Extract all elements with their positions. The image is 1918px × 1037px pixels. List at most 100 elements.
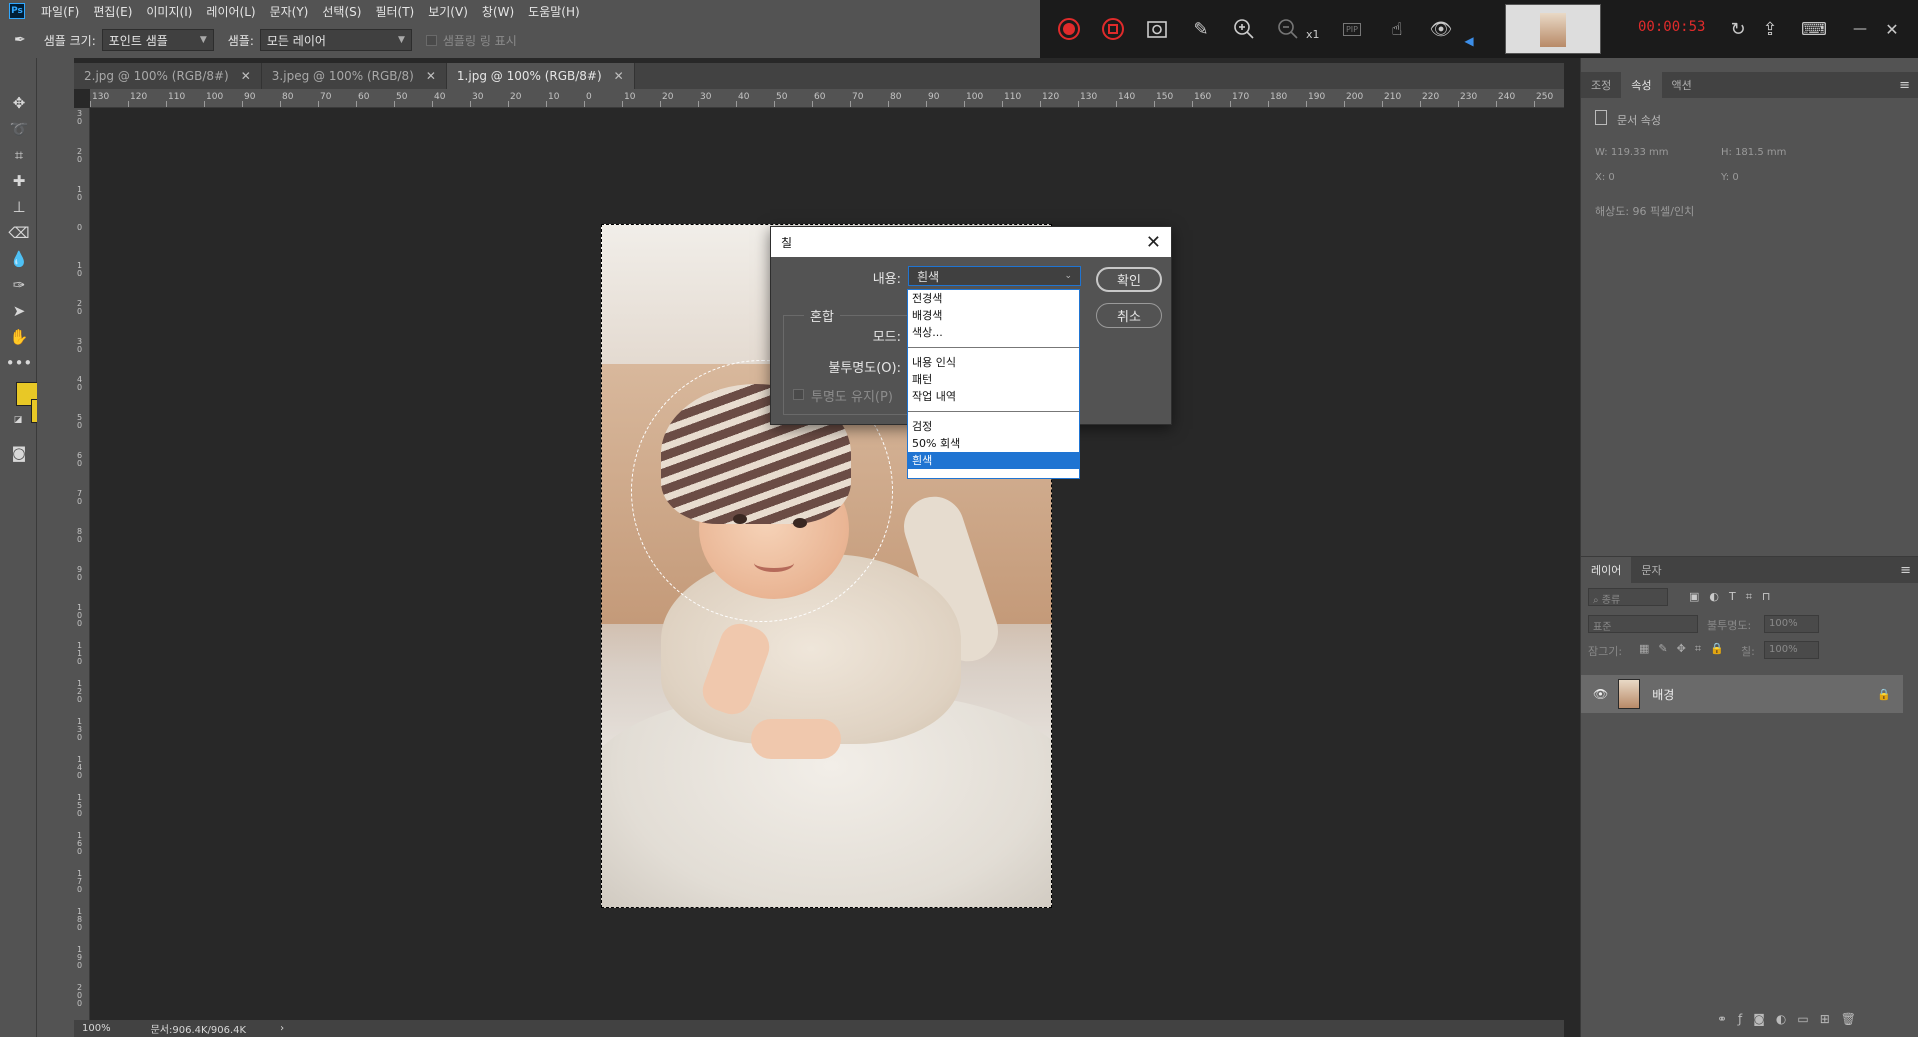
- horizontal-ruler[interactable]: 130 120 110 100 90 80 70 60 50 40 30 20 10 0 10 20 30 40 5…: [90, 89, 1564, 108]
- show-ring-checkbox[interactable]: [425, 34, 437, 46]
- cursor-effect-icon[interactable]: ☝: [1383, 15, 1411, 43]
- ruler-tick-label: 20: [510, 92, 522, 102]
- dropdown-item-white[interactable]: 흰색: [908, 452, 1079, 469]
- lasso-tool-icon[interactable]: ➰: [8, 118, 30, 140]
- export-icon[interactable]: ⇪: [1756, 15, 1784, 43]
- close-icon[interactable]: ✕: [241, 69, 251, 83]
- menu-type[interactable]: 문자(Y): [270, 3, 309, 20]
- dropdown-item-color[interactable]: 색상...: [908, 324, 1079, 341]
- path-select-icon[interactable]: ➤: [8, 300, 30, 322]
- dropdown-item-50-gray[interactable]: 50% 회색: [908, 435, 1079, 452]
- recording-preview-thumbnail[interactable]: [1505, 4, 1601, 54]
- tab-character[interactable]: 문자: [1631, 557, 1671, 583]
- camera-icon[interactable]: [1143, 15, 1171, 43]
- menu-layer[interactable]: 레이어(L): [206, 3, 255, 20]
- tab-properties[interactable]: 속성: [1621, 72, 1662, 98]
- recording-timer: 00:00:53: [1638, 19, 1706, 35]
- pip-button[interactable]: PIP: [1338, 15, 1366, 43]
- preserve-transparency-checkbox[interactable]: [793, 389, 804, 400]
- document-tab[interactable]: 3.jpeg @ 100% (RGB/8) ✕: [261, 63, 447, 89]
- more-tools-icon[interactable]: •••: [6, 352, 33, 374]
- layer-filter-select[interactable]: ⌕ 종류: [1588, 588, 1668, 606]
- vertical-ruler[interactable]: 30 20 10 0 10 20 30 40 50 60 70 80 90 100 110 120 130 140…: [74, 108, 90, 1020]
- menu-view[interactable]: 보기(V): [428, 3, 468, 20]
- chevron-down-icon: ▼: [199, 35, 207, 45]
- close-icon[interactable]: ✕: [614, 69, 624, 83]
- refresh-icon[interactable]: ↻: [1724, 15, 1752, 43]
- tab-layers[interactable]: 레이어: [1581, 557, 1632, 583]
- ruler-tick-label: 140: [77, 755, 83, 780]
- crop-tool-icon[interactable]: ⌗: [8, 144, 30, 166]
- move-tool-icon[interactable]: ✥: [8, 92, 30, 114]
- menu-select[interactable]: 선택(S): [322, 3, 361, 20]
- sample-size-select[interactable]: 포인트 샘플 ▼: [101, 29, 214, 51]
- layer-opacity-input[interactable]: 100%: [1764, 615, 1819, 633]
- dropdown-item-black[interactable]: 검정: [908, 418, 1079, 435]
- ruler-tick: [1154, 101, 1155, 107]
- menu-window[interactable]: 창(W): [482, 3, 514, 20]
- layer-row-background[interactable]: 👁 배경 🔒: [1581, 675, 1903, 713]
- ok-button[interactable]: 확인: [1096, 267, 1162, 292]
- blur-tool-icon[interactable]: 💧: [8, 248, 30, 270]
- default-colors-icon[interactable]: ◪: [12, 414, 24, 426]
- ruler-tick-label: 130: [1080, 92, 1098, 102]
- healing-brush-icon[interactable]: ✚: [8, 170, 30, 192]
- stamp-tool-icon[interactable]: ⊥: [8, 196, 30, 218]
- zoom-in-icon[interactable]: [1230, 15, 1258, 43]
- dropdown-item-background[interactable]: 배경색: [908, 307, 1079, 324]
- record-button[interactable]: [1055, 15, 1083, 43]
- speaker-icon[interactable]: ◀: [1462, 34, 1476, 48]
- close-icon[interactable]: ✕: [1878, 15, 1906, 43]
- hand-tool-icon[interactable]: ✋: [8, 326, 30, 348]
- eye-icon[interactable]: 👁: [1427, 15, 1455, 43]
- ruler-tick-label: 80: [77, 527, 83, 544]
- content-select[interactable]: 흰색 ⌄: [908, 266, 1081, 286]
- pencil-icon[interactable]: ✎: [1187, 15, 1215, 43]
- layers-footer-icons[interactable]: ⚭ƒ◙◐▭⊞🗑: [1717, 1012, 1867, 1026]
- quick-mask-icon[interactable]: ◙: [8, 442, 30, 464]
- zoom-out-icon[interactable]: [1274, 15, 1302, 43]
- tab-adjustments[interactable]: 조정: [1581, 72, 1621, 98]
- dropdown-item-pattern[interactable]: 패턴: [908, 371, 1079, 388]
- close-icon[interactable]: ✕: [426, 69, 436, 83]
- preview-image: [1540, 13, 1566, 47]
- options-bar: ✒ 샘플 크기: 포인트 샘플 ▼ 샘플: 모든 레이어 ▼ 샘플링 링 표시: [0, 22, 1040, 58]
- visibility-eye-icon[interactable]: 👁: [1593, 687, 1608, 701]
- menu-edit[interactable]: 편집(E): [93, 3, 132, 20]
- dropdown-item-history[interactable]: 작업 내역: [908, 388, 1079, 405]
- ruler-tick: [926, 101, 927, 107]
- ruler-tick-label: 40: [738, 92, 750, 102]
- stop-button[interactable]: [1099, 15, 1127, 43]
- panel-menu-icon[interactable]: ≡: [1899, 78, 1910, 93]
- chevron-right-icon[interactable]: ›: [280, 1023, 284, 1034]
- menu-file[interactable]: 파일(F): [41, 3, 79, 20]
- menu-filter[interactable]: 필터(T): [375, 3, 414, 20]
- panel-menu-icon[interactable]: ≡: [1900, 563, 1911, 578]
- ruler-tick-label: 150: [77, 793, 83, 818]
- menu-image[interactable]: 이미지(I): [146, 3, 192, 20]
- tab-actions[interactable]: 액션: [1662, 72, 1702, 98]
- zoom-level[interactable]: 100%: [82, 1023, 111, 1034]
- ruler-tick-label: 120: [130, 92, 148, 102]
- blend-mode-select[interactable]: 표준: [1588, 615, 1698, 633]
- lock-icons[interactable]: ▦✎✥⌗🔒: [1639, 642, 1733, 656]
- eraser-tool-icon[interactable]: ⌫: [8, 222, 30, 244]
- sample-select[interactable]: 모든 레이어 ▼: [259, 29, 412, 51]
- minimize-icon[interactable]: —: [1846, 15, 1874, 43]
- layer-fill-input[interactable]: 100%: [1764, 641, 1819, 659]
- document-tab-active[interactable]: 1.jpg @ 100% (RGB/8#) ✕: [446, 63, 635, 89]
- document-tab[interactable]: 2.jpg @ 100% (RGB/8#) ✕: [74, 63, 262, 89]
- cancel-button[interactable]: 취소: [1096, 303, 1162, 328]
- ruler-tick: [1344, 101, 1345, 107]
- dialog-title: 칠: [781, 235, 793, 250]
- dropdown-item-content-aware[interactable]: 내용 인식: [908, 354, 1079, 371]
- pen-tool-icon[interactable]: ✑: [8, 274, 30, 296]
- menu-help[interactable]: 도움말(H): [528, 3, 580, 20]
- dropdown-item-foreground[interactable]: 전경색: [908, 290, 1079, 307]
- keyboard-icon[interactable]: ⌨: [1800, 15, 1828, 43]
- eyedropper-icon[interactable]: ✒: [14, 32, 26, 48]
- ruler-tick: [1002, 101, 1003, 107]
- close-icon[interactable]: ✕: [1146, 232, 1161, 253]
- layer-filter-icons[interactable]: ▣◐T⌗⊓: [1689, 590, 1781, 604]
- dropdown-separator: [908, 347, 1079, 348]
